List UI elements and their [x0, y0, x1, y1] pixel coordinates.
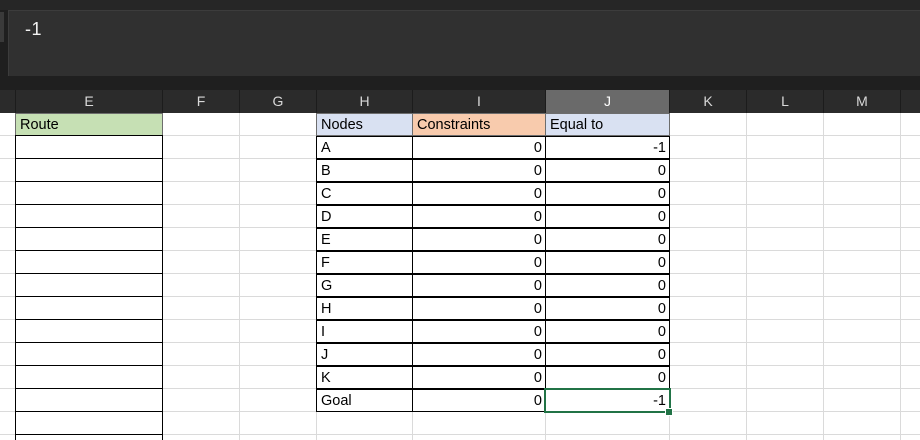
node-cell[interactable]: D [316, 205, 413, 228]
formula-area: -1 [0, 0, 920, 90]
constraints-header[interactable]: Constraints [412, 113, 546, 136]
equal-to-cell[interactable]: 0 [545, 297, 670, 320]
constraint-cell[interactable]: 0 [412, 343, 546, 366]
constraint-cell[interactable]: 0 [412, 320, 546, 343]
formula-bar-value[interactable]: -1 [25, 19, 42, 40]
node-cell[interactable]: H [316, 297, 413, 320]
equal-to-cell[interactable]: 0 [545, 159, 670, 182]
constraint-cell[interactable]: 0 [412, 251, 546, 274]
node-cell[interactable]: B [316, 159, 413, 182]
column-header-f[interactable]: F [163, 90, 240, 113]
node-cell[interactable]: A [316, 136, 413, 159]
constraint-cell[interactable]: 0 [412, 297, 546, 320]
route-column-cells[interactable] [15, 135, 163, 440]
node-cell[interactable]: K [316, 366, 413, 389]
column-header-g[interactable]: G [240, 90, 317, 113]
column-header-n-partial[interactable] [901, 90, 920, 113]
ribbon-edge [0, 0, 920, 10]
fill-handle[interactable] [665, 408, 673, 416]
name-box-edge[interactable] [0, 12, 4, 42]
equal-to-cell[interactable]: -1 [545, 136, 670, 159]
column-headers: E F G H I J K L M [0, 90, 920, 113]
formula-bar[interactable]: -1 [8, 10, 920, 76]
node-cell[interactable]: C [316, 182, 413, 205]
node-cell[interactable]: I [316, 320, 413, 343]
nodes-header[interactable]: Nodes [316, 113, 413, 136]
equal-to-header[interactable]: Equal to [545, 113, 670, 136]
column-header-k[interactable]: K [670, 90, 747, 113]
constraint-cell[interactable]: 0 [412, 205, 546, 228]
node-cell[interactable]: J [316, 343, 413, 366]
route-header[interactable]: Route [15, 113, 163, 136]
constraint-cell[interactable]: 0 [412, 159, 546, 182]
constraint-cell-goal[interactable]: 0 [412, 389, 546, 412]
equal-to-cell[interactable]: 0 [545, 205, 670, 228]
constraint-cell[interactable]: 0 [412, 366, 546, 389]
column-header-e[interactable]: E [16, 90, 163, 113]
equal-to-cell[interactable]: 0 [545, 228, 670, 251]
node-cell[interactable]: E [316, 228, 413, 251]
constraint-cell[interactable]: 0 [412, 182, 546, 205]
node-cell[interactable]: F [316, 251, 413, 274]
equal-to-cell[interactable]: 0 [545, 343, 670, 366]
active-cell-selection[interactable] [544, 388, 671, 413]
column-header-l[interactable]: L [747, 90, 824, 113]
column-header-m[interactable]: M [824, 90, 901, 113]
column-header-d-partial[interactable] [0, 90, 16, 113]
constraint-cell[interactable]: 0 [412, 136, 546, 159]
equal-to-cell[interactable]: 0 [545, 366, 670, 389]
constraint-cell[interactable]: 0 [412, 228, 546, 251]
node-cell[interactable]: G [316, 274, 413, 297]
node-cell-goal[interactable]: Goal [316, 389, 413, 412]
column-header-j[interactable]: J [546, 90, 670, 113]
equal-to-cell[interactable]: 0 [545, 251, 670, 274]
constraint-cell[interactable]: 0 [412, 274, 546, 297]
cell-grid[interactable]: Route Nodes Constraints Equal to A 0 -1 … [0, 113, 920, 440]
column-header-i[interactable]: I [413, 90, 546, 113]
column-header-h[interactable]: H [317, 90, 413, 113]
equal-to-cell[interactable]: 0 [545, 182, 670, 205]
equal-to-cell[interactable]: 0 [545, 274, 670, 297]
equal-to-cell[interactable]: 0 [545, 320, 670, 343]
